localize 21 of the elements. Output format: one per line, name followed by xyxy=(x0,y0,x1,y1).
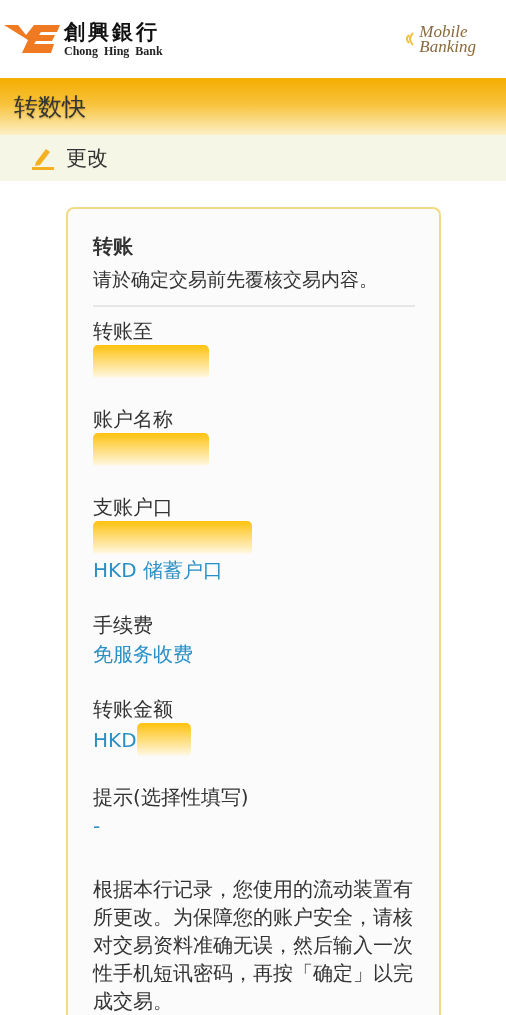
field-label: 账户名称 xyxy=(93,406,174,433)
field-value: HKD 储蓄户口 xyxy=(93,557,223,584)
edit-button[interactable]: 更改 xyxy=(66,144,108,172)
bank-name-english: Chong Hing Bank xyxy=(64,43,163,59)
field-value: HKD xyxy=(93,727,137,754)
page-title: 转数快 xyxy=(14,91,86,123)
app-logo-text: Mobile xyxy=(419,24,468,39)
field-value: - xyxy=(93,813,101,840)
security-notice: 根据本行记录，您使用的流动装置有所更改。为保障您的账户安全，请核对交易资料准确无误，然后输入一次性手机短讯密码，再按「确定」以完成交易。 xyxy=(93,876,414,1015)
field-label: 转账至 xyxy=(93,318,154,345)
app-logo-text: Banking xyxy=(419,39,476,54)
field-value: 免服务收费 xyxy=(93,641,193,668)
redaction-bar xyxy=(136,723,191,757)
card-subtitle: 请於确定交易前先覆核交易内容。 xyxy=(93,267,379,292)
field-label: 手续费 xyxy=(93,612,154,639)
field-label: 转账金额 xyxy=(93,696,174,723)
bank-name: 創興銀行 xyxy=(64,19,161,44)
field-label: 提示(选择性填写) xyxy=(93,784,250,811)
field-label: 支账户口 xyxy=(93,494,174,521)
pencil-icon xyxy=(32,146,54,170)
card-title: 转账 xyxy=(93,233,134,259)
